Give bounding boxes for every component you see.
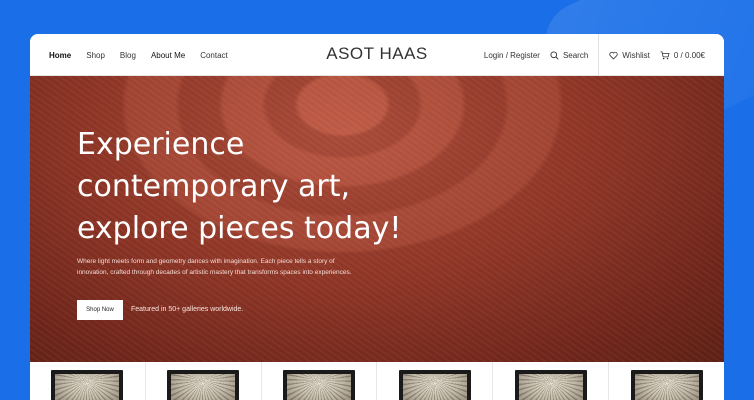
wishlist-button[interactable]: Wishlist: [609, 51, 650, 60]
browser-frame: Home Shop Blog About Me Contact ASOT HAA…: [30, 34, 724, 400]
hero-banner: Experience contemporary art, explore pie…: [30, 76, 724, 362]
product-card[interactable]: [493, 362, 610, 400]
hero-title-line-2: contemporary art,: [77, 169, 351, 204]
product-card[interactable]: [30, 362, 146, 400]
artwork-image[interactable]: [514, 370, 587, 400]
product-card[interactable]: [146, 362, 262, 400]
featured-text: Featured in 50+ galleries worldwide.: [131, 306, 244, 313]
login-register-link[interactable]: Login / Register: [484, 51, 540, 60]
header-tools: Login / Register Search Wishlist 0 / 0.0…: [484, 34, 724, 76]
heart-icon: [609, 51, 618, 60]
nav-shop[interactable]: Shop: [86, 51, 105, 60]
cart-button[interactable]: 0 / 0.00€: [660, 51, 705, 60]
site-header: Home Shop Blog About Me Contact ASOT HAA…: [30, 34, 724, 76]
product-card[interactable]: [377, 362, 494, 400]
shop-now-button[interactable]: Shop Now: [77, 300, 123, 320]
nav-home[interactable]: Home: [49, 51, 71, 60]
hero-title-line-1: Experience: [77, 127, 245, 162]
hero-description: Where light meets form and geometry danc…: [77, 258, 352, 276]
cart-icon: [660, 50, 670, 60]
nav-contact[interactable]: Contact: [200, 51, 228, 60]
nav-blog[interactable]: Blog: [120, 51, 136, 60]
cart-total: 0 / 0.00€: [673, 50, 705, 60]
search-button[interactable]: Search: [550, 51, 588, 60]
product-thumbnails: [30, 362, 724, 400]
artwork-image[interactable]: [167, 370, 240, 400]
header-divider: [598, 34, 600, 76]
artwork-image[interactable]: [51, 370, 124, 400]
search-icon: [550, 50, 559, 60]
artwork-image[interactable]: [398, 370, 471, 400]
search-label: Search: [562, 50, 589, 60]
wishlist-label: Wishlist: [622, 50, 650, 60]
hero-title-line-3: explore pieces today!: [77, 211, 402, 246]
hero-title: Experience contemporary art, explore pie…: [77, 124, 497, 250]
main-nav: Home Shop Blog About Me Contact: [49, 34, 228, 76]
product-card[interactable]: [609, 362, 724, 400]
product-card[interactable]: [262, 362, 378, 400]
brand-logo[interactable]: ASOT HAAS: [326, 44, 428, 63]
artwork-image[interactable]: [283, 370, 356, 400]
nav-about-me[interactable]: About Me: [151, 51, 185, 60]
artwork-image[interactable]: [630, 370, 703, 400]
